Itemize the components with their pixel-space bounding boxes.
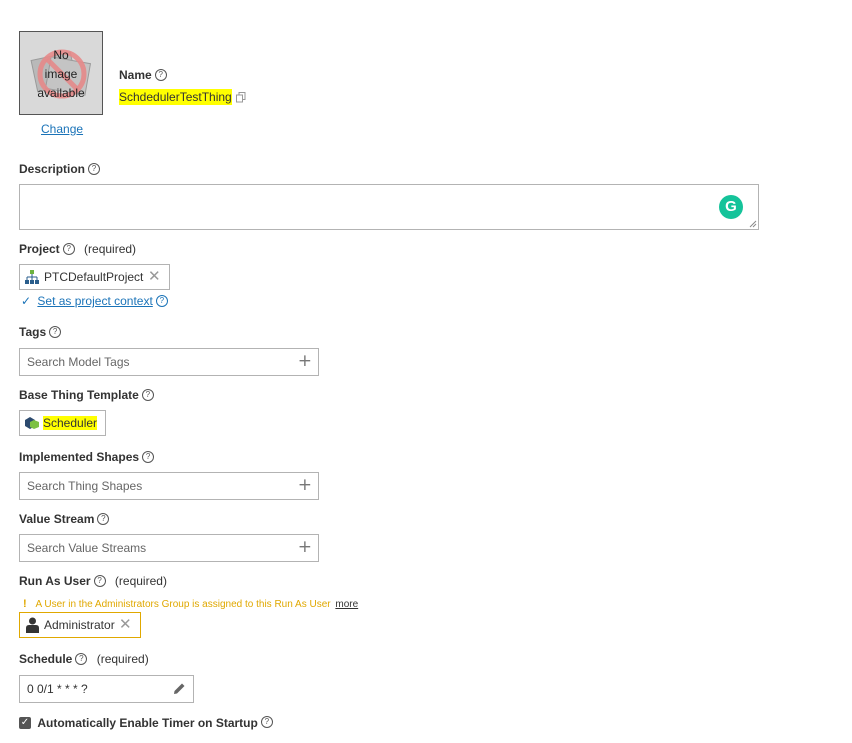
- grammarly-icon[interactable]: G: [719, 195, 743, 219]
- name-label: Name: [119, 68, 152, 82]
- description-label: Description: [19, 162, 86, 176]
- project-chip[interactable]: PTCDefaultProject ✕: [19, 264, 170, 290]
- help-icon[interactable]: ?: [93, 574, 106, 587]
- add-tag-icon[interactable]: +: [298, 352, 312, 370]
- thing-image: No image available: [19, 31, 103, 115]
- remove-user-icon[interactable]: ✕: [119, 615, 132, 633]
- help-icon[interactable]: ?: [62, 242, 75, 255]
- run-as-user-chip[interactable]: Administrator ✕: [19, 612, 141, 638]
- description-textarea[interactable]: G: [19, 184, 759, 230]
- add-shape-icon[interactable]: +: [298, 476, 312, 494]
- base-template-label-row: Base Thing Template?: [19, 388, 154, 402]
- auto-timer-checkbox[interactable]: ✓: [19, 716, 31, 729]
- value-stream-search-input[interactable]: Search Value Streams +: [19, 534, 319, 562]
- tags-label: Tags: [19, 325, 47, 339]
- tags-label-row: Tags?: [19, 325, 62, 339]
- run-as-user-warning-row: ! A User in the Administrators Group is …: [23, 598, 358, 610]
- project-value: PTCDefaultProject: [44, 270, 144, 284]
- shapes-label-row: Implemented Shapes?: [19, 450, 155, 464]
- name-value: SchdedulerTestThing: [119, 89, 232, 105]
- more-link[interactable]: more: [335, 599, 358, 610]
- value-stream-placeholder: Search Value Streams: [27, 541, 147, 555]
- run-as-user-label-row: Run As User? (required): [19, 574, 167, 588]
- check-icon: ✓: [21, 294, 32, 308]
- add-value-stream-icon[interactable]: +: [298, 538, 312, 556]
- auto-timer-label: Automatically Enable Timer on Startup: [37, 715, 258, 730]
- user-icon: [26, 617, 39, 633]
- value-stream-label-row: Value Stream?: [19, 512, 110, 526]
- help-icon[interactable]: ?: [49, 325, 62, 338]
- thing-template-icon: [25, 417, 39, 429]
- project-hierarchy-icon: [25, 270, 39, 284]
- tags-placeholder: Search Model Tags: [27, 355, 130, 369]
- help-icon[interactable]: ?: [142, 450, 155, 463]
- description-label-row: Description?: [19, 162, 101, 176]
- no-image-line2: image: [44, 67, 78, 81]
- run-as-user-required: (required): [114, 574, 167, 588]
- help-icon[interactable]: ?: [155, 294, 168, 307]
- warning-icon: !: [23, 598, 27, 610]
- tags-search-input[interactable]: Search Model Tags +: [19, 348, 319, 376]
- schedule-value: 0 0/1 * * * ?: [27, 682, 88, 696]
- project-required: (required): [84, 242, 137, 256]
- project-label-row: Project? (required): [19, 242, 136, 256]
- schedule-label-row: Schedule? (required): [19, 652, 149, 666]
- schedule-input[interactable]: 0 0/1 * * * ?: [19, 675, 194, 703]
- change-image-link[interactable]: Change: [41, 122, 83, 136]
- shapes-placeholder: Search Thing Shapes: [27, 479, 143, 493]
- shapes-search-input[interactable]: Search Thing Shapes +: [19, 472, 319, 500]
- schedule-required: (required): [96, 652, 149, 666]
- value-stream-label: Value Stream: [19, 512, 95, 526]
- auto-timer-row: ✓ Automatically Enable Timer on Startup?: [19, 715, 273, 730]
- name-label-row: Name?: [119, 68, 167, 82]
- shapes-label: Implemented Shapes: [19, 450, 140, 464]
- no-image-line3: available: [37, 86, 85, 100]
- help-icon[interactable]: ?: [88, 162, 101, 175]
- help-icon[interactable]: ?: [154, 68, 167, 81]
- base-template-chip[interactable]: Scheduler: [19, 410, 106, 436]
- run-as-user-value: Administrator: [44, 618, 115, 632]
- help-icon[interactable]: ?: [75, 652, 88, 665]
- base-template-value: Scheduler: [43, 416, 98, 430]
- help-icon[interactable]: ?: [141, 388, 154, 401]
- run-as-user-label: Run As User: [19, 574, 91, 588]
- help-icon[interactable]: ?: [97, 512, 110, 525]
- schedule-label: Schedule: [19, 652, 73, 666]
- project-context-row: ✓ Set as project context?: [21, 294, 168, 308]
- base-template-label: Base Thing Template: [19, 388, 139, 402]
- resize-handle-icon[interactable]: [749, 220, 757, 228]
- set-project-context-link[interactable]: Set as project context: [37, 294, 152, 308]
- copy-icon[interactable]: [236, 92, 246, 103]
- run-as-user-warning: A User in the Administrators Group is as…: [35, 599, 331, 610]
- name-value-row: SchdedulerTestThing: [119, 86, 246, 108]
- project-label: Project: [19, 242, 60, 256]
- help-icon[interactable]: ?: [260, 715, 273, 728]
- edit-pencil-icon[interactable]: [173, 682, 186, 695]
- no-image-line1: No: [53, 48, 69, 62]
- remove-project-icon[interactable]: ✕: [148, 267, 161, 285]
